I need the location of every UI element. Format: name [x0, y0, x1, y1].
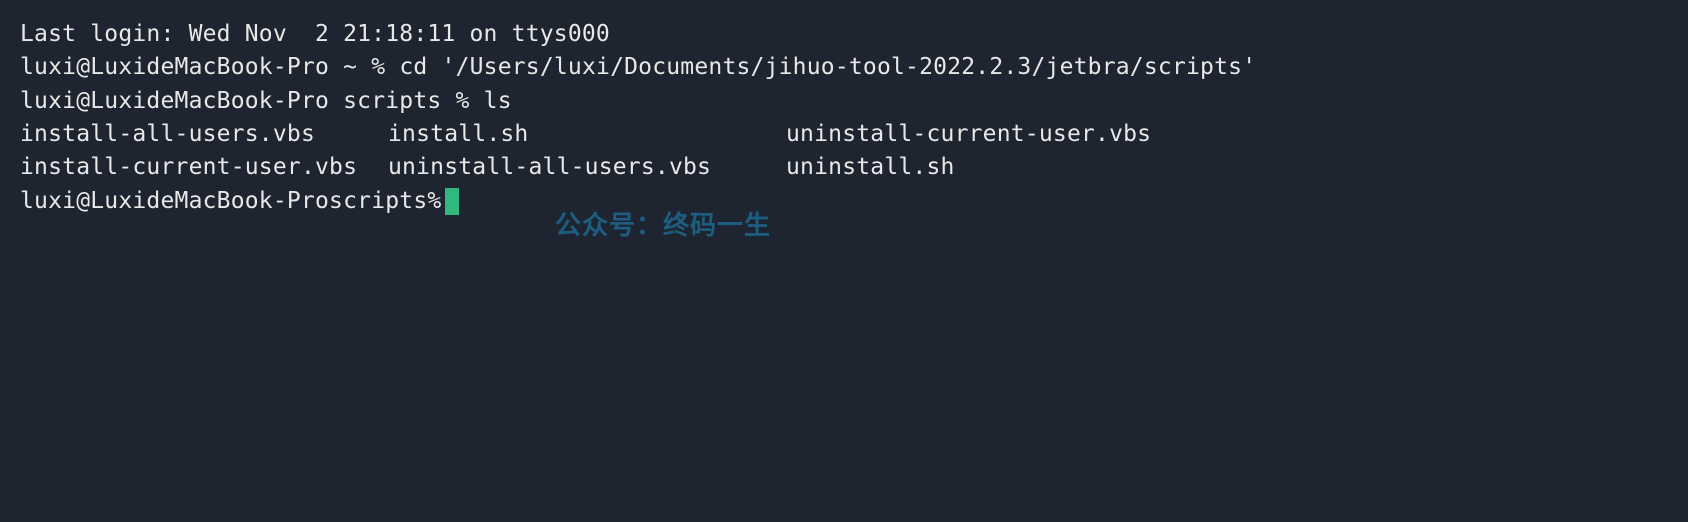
- prompt-line-3[interactable]: luxi@LuxideMacBook-Pro scripts %: [20, 185, 1668, 218]
- list-item: install.sh: [388, 118, 786, 151]
- command-ls: ls: [484, 88, 512, 114]
- prompt-line-1: luxi@LuxideMacBook-Pro ~ % cd '/Users/lu…: [20, 51, 1668, 84]
- list-item: uninstall-current-user.vbs: [786, 118, 1668, 151]
- ls-output: install-all-users.vbs install.sh uninsta…: [20, 118, 1668, 185]
- last-login-line: Last login: Wed Nov 2 21:18:11 on ttys00…: [20, 18, 1668, 51]
- list-item: install-all-users.vbs: [20, 118, 388, 151]
- command-cd: cd '/Users/luxi/Documents/jihuo-tool-202…: [399, 54, 1256, 80]
- list-item: uninstall.sh: [786, 151, 1668, 184]
- prompt-userhost: luxi@LuxideMacBook-Pro: [20, 88, 329, 114]
- prompt-symbol: %: [371, 54, 385, 80]
- prompt-symbol: %: [456, 88, 470, 114]
- list-item: uninstall-all-users.vbs: [388, 151, 786, 184]
- prompt-dir: scripts: [343, 88, 441, 114]
- last-login-text: Last login: Wed Nov 2 21:18:11 on ttys00…: [20, 21, 610, 47]
- prompt-dir: ~: [343, 54, 357, 80]
- prompt-userhost: luxi@LuxideMacBook-Pro: [20, 54, 329, 80]
- prompt-line-2: luxi@LuxideMacBook-Pro scripts % ls: [20, 85, 1668, 118]
- prompt-userhost: luxi@LuxideMacBook-Pro: [20, 185, 329, 218]
- prompt-symbol: %: [427, 185, 441, 218]
- prompt-dir: scripts: [329, 185, 427, 218]
- list-item: install-current-user.vbs: [20, 151, 388, 184]
- cursor-icon: [445, 188, 459, 215]
